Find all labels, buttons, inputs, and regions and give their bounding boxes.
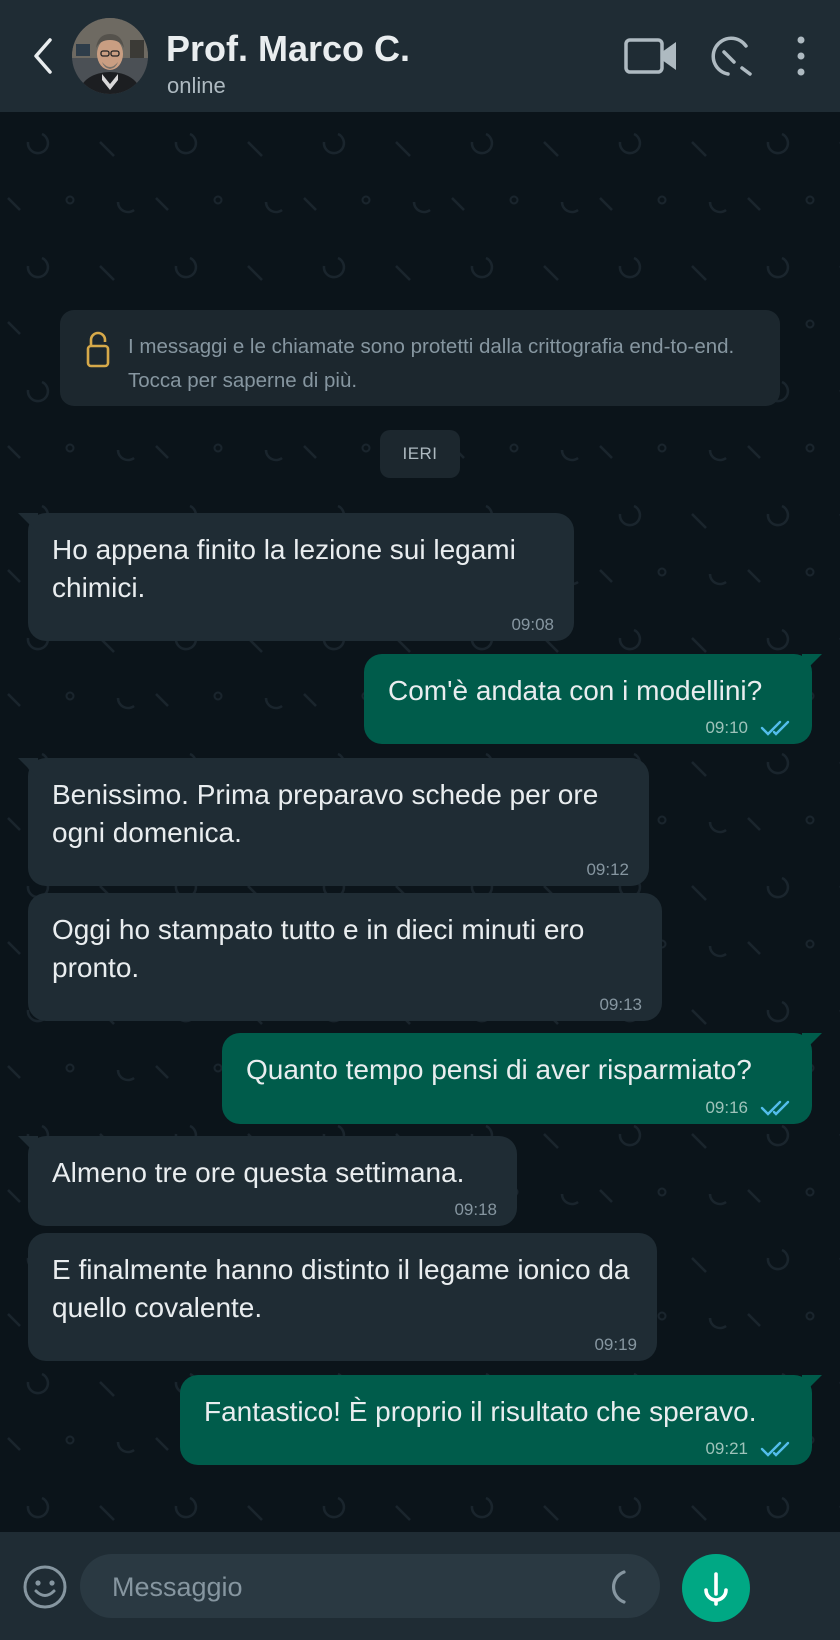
read-receipt-icon	[760, 720, 790, 736]
message-text: Com'è andata con i modellini?	[388, 675, 763, 706]
message-bubble-incoming[interactable]: Almeno tre ore questa settimana. 09:18	[18, 1136, 517, 1226]
message-time: 09:13	[599, 995, 642, 1014]
more-options-icon	[797, 36, 805, 76]
bubble-tail	[802, 1375, 822, 1395]
avatar[interactable]	[72, 18, 148, 94]
message-bubble-incoming[interactable]: Benissimo. Prima preparavo schede per or…	[18, 758, 649, 886]
date-separator: IERI	[380, 430, 460, 478]
message-meta: 09:13	[599, 995, 642, 1015]
read-receipt-icon	[760, 1100, 790, 1116]
message-time: 09:19	[594, 1335, 637, 1354]
avatar-image	[72, 18, 148, 94]
message-bubble-incoming[interactable]: Ho appena finito la lezione sui legami c…	[18, 513, 574, 641]
message-time: 09:21	[705, 1439, 748, 1458]
message-time: 09:08	[511, 615, 554, 634]
video-call-button[interactable]	[622, 30, 682, 82]
bubble-tail	[802, 654, 822, 674]
message-text: E finalmente hanno distinto il legame io…	[52, 1254, 638, 1323]
message-bubble-incoming[interactable]: Oggi ho stampato tutto e in dieci minuti…	[28, 893, 662, 1021]
lock-icon	[86, 331, 110, 368]
voice-call-button[interactable]	[706, 30, 758, 82]
message-bubble-outgoing[interactable]: Fantastico! È proprio il risultato che s…	[180, 1375, 822, 1465]
attach-icon	[611, 1570, 626, 1604]
back-button[interactable]	[26, 30, 62, 82]
back-icon	[34, 38, 52, 74]
contact-status: online	[167, 73, 226, 98]
message-time: 09:16	[705, 1098, 748, 1117]
message-meta: 09:19	[594, 1335, 637, 1355]
message-list[interactable]: I messaggi e le chiamate sono protetti d…	[0, 112, 840, 1532]
message-text: Ho appena finito la lezione sui legami c…	[52, 534, 524, 603]
voice-message-button[interactable]	[682, 1554, 750, 1622]
attach-button[interactable]	[598, 1568, 634, 1606]
emoji-icon	[23, 1565, 67, 1609]
bubble-tail	[802, 1033, 822, 1053]
contact-name[interactable]: Prof. Marco C.	[166, 28, 410, 70]
chat-screen: Prof. Marco C. online I messaggi e le ch…	[0, 0, 840, 1640]
message-meta: 09:12	[586, 860, 629, 880]
bubble-tail	[18, 1136, 38, 1156]
message-meta: 09:10	[705, 718, 794, 738]
message-bubble-outgoing[interactable]: Quanto tempo pensi di aver risparmiato? …	[222, 1033, 822, 1124]
message-bubble-outgoing[interactable]: Com'è andata con i modellini? 09:10	[364, 654, 822, 744]
message-time: 09:10	[705, 718, 748, 737]
read-receipt-icon	[760, 1441, 790, 1457]
more-options-button[interactable]	[786, 30, 816, 82]
composer-bar	[0, 1532, 840, 1640]
microphone-icon	[704, 1572, 728, 1606]
bubble-tail	[18, 758, 38, 778]
encryption-notice[interactable]: I messaggi e le chiamate sono protetti d…	[60, 310, 780, 406]
message-bubble-incoming[interactable]: E finalmente hanno distinto il legame io…	[28, 1233, 657, 1361]
message-text: Benissimo. Prima preparavo schede per or…	[52, 779, 607, 848]
video-call-icon	[624, 38, 676, 74]
message-text: Oggi ho stampato tutto e in dieci minuti…	[52, 914, 593, 983]
encryption-notice-text: I messaggi e le chiamate sono protetti d…	[128, 335, 735, 392]
message-field	[80, 1554, 660, 1620]
message-text: Fantastico! È proprio il risultato che s…	[204, 1396, 757, 1427]
emoji-button[interactable]	[22, 1564, 68, 1610]
message-time: 09:18	[454, 1200, 497, 1219]
message-time: 09:12	[586, 860, 629, 879]
message-text: Quanto tempo pensi di aver risparmiato?	[246, 1054, 752, 1085]
message-meta: 09:18	[454, 1200, 497, 1220]
voice-call-icon	[711, 36, 752, 76]
message-meta: 09:21	[705, 1439, 794, 1459]
message-text: Almeno tre ore questa settimana.	[52, 1157, 465, 1188]
message-meta: 09:08	[511, 615, 554, 635]
message-meta: 09:16	[705, 1098, 794, 1118]
chat-header: Prof. Marco C. online	[0, 0, 840, 112]
bubble-tail	[18, 513, 38, 533]
message-input[interactable]	[110, 1554, 574, 1620]
